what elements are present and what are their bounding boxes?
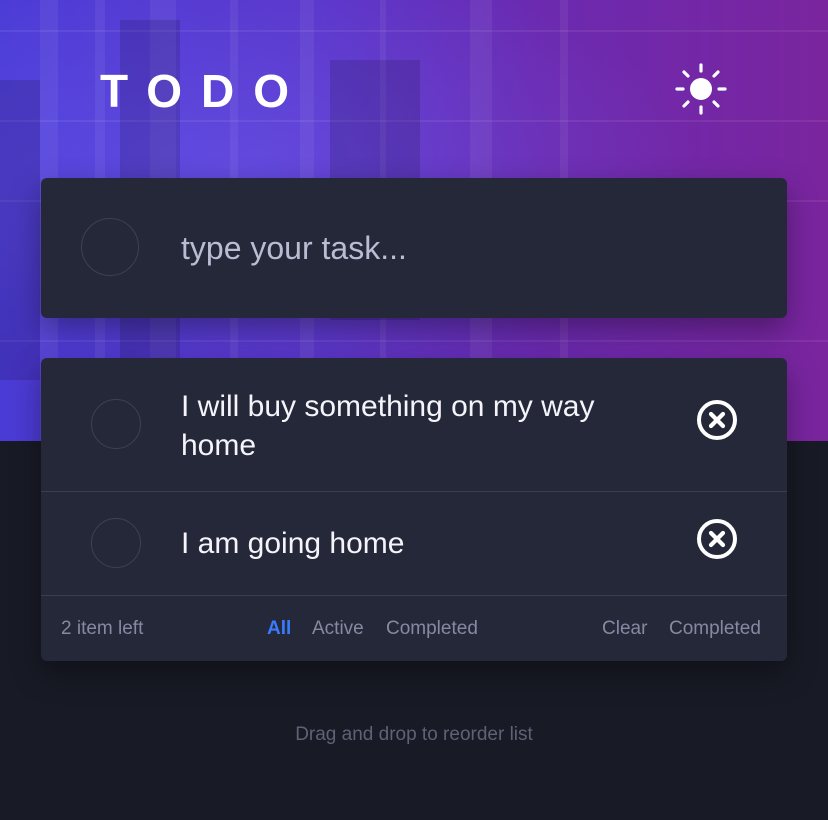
- sun-icon: [675, 63, 727, 115]
- task-checkbox[interactable]: [91, 518, 141, 568]
- items-left-count: 2 item left: [61, 618, 144, 639]
- drag-drop-hint: Drag and drop to reorder list: [295, 724, 533, 745]
- close-circle-icon: [697, 519, 737, 559]
- new-task-checkbox[interactable]: [81, 218, 139, 276]
- delete-task-button[interactable]: [695, 517, 739, 561]
- filter-active[interactable]: Active: [312, 618, 364, 640]
- close-circle-icon: [697, 400, 737, 440]
- filter-completed[interactable]: Completed: [386, 618, 478, 640]
- task-row[interactable]: I will buy something on my way home: [41, 358, 787, 492]
- new-task-card: [41, 178, 787, 318]
- list-footer: 2 item left All Active Completed Clear C…: [41, 596, 787, 661]
- theme-toggle-button[interactable]: [672, 60, 730, 118]
- clear-completed-button[interactable]: Clear: [602, 618, 647, 640]
- task-text[interactable]: I will buy something on my way home: [181, 387, 651, 465]
- filter-all[interactable]: All: [267, 618, 291, 640]
- delete-task-button[interactable]: [695, 398, 739, 442]
- clear-completed-button-label[interactable]: Completed: [669, 618, 761, 640]
- task-row[interactable]: I am going home: [41, 492, 787, 596]
- app-title: TODO: [100, 65, 309, 117]
- new-task-input[interactable]: [181, 222, 741, 274]
- task-list: I will buy something on my way home I am…: [41, 358, 787, 661]
- task-checkbox[interactable]: [91, 399, 141, 449]
- task-text[interactable]: I am going home: [181, 524, 651, 563]
